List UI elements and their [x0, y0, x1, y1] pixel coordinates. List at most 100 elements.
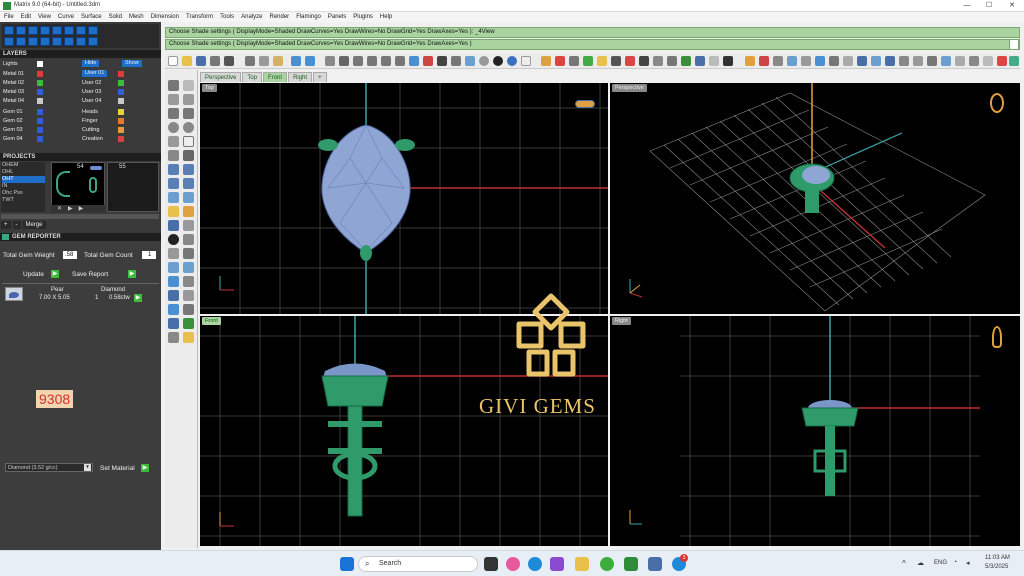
layer-color-swatch[interactable]: [37, 118, 43, 124]
project-thumbnail[interactable]: 55: [107, 162, 159, 212]
select-arrow-icon[interactable]: [168, 80, 179, 91]
command-scroll-button[interactable]: [1009, 39, 1019, 50]
viewport-perspective[interactable]: Perspective: [610, 83, 1020, 314]
boolean-union-icon[interactable]: [168, 206, 179, 217]
task-view-icon[interactable]: [484, 557, 498, 571]
layer-color-swatch[interactable]: [37, 71, 43, 77]
projects-scrollbar[interactable]: [1, 214, 159, 219]
layer-group-label[interactable]: Creation: [82, 135, 103, 143]
chrome-icon[interactable]: [600, 557, 614, 571]
viewport-right[interactable]: Right: [610, 316, 1020, 546]
boolean-difference-icon[interactable]: [183, 206, 194, 217]
bail-icon[interactable]: [871, 56, 881, 66]
circle-icon[interactable]: [168, 122, 179, 133]
layer-group-label[interactable]: Cutting: [82, 126, 99, 134]
layer-row[interactable]: Gem 03 Cutting: [1, 126, 159, 135]
layer-group-label[interactable]: Heads: [82, 108, 98, 116]
line-icon[interactable]: [168, 94, 179, 105]
show-objects-icon[interactable]: [583, 56, 593, 66]
save-report-button[interactable]: Save Report: [72, 271, 108, 278]
project-item[interactable]: OHL: [2, 169, 45, 176]
redo-icon[interactable]: [305, 56, 315, 66]
save-arrow-icon[interactable]: ▶: [128, 270, 136, 278]
panel-tool-icon[interactable]: [40, 37, 50, 46]
trim-icon[interactable]: [168, 248, 179, 259]
paste-icon[interactable]: [273, 56, 283, 66]
layer-color-swatch[interactable]: [37, 127, 43, 133]
open-folder-icon[interactable]: [182, 56, 192, 66]
group-icon[interactable]: [183, 304, 194, 315]
xray-icon[interactable]: [521, 56, 531, 66]
freeform-icon[interactable]: [183, 108, 194, 119]
wireframe-icon[interactable]: [465, 56, 475, 66]
shell-icon[interactable]: [969, 56, 979, 66]
project-item[interactable]: OHEM: [2, 162, 45, 169]
sphere-icon[interactable]: [183, 178, 194, 189]
menu-edit[interactable]: Edit: [21, 12, 31, 22]
menu-tools[interactable]: Tools: [220, 12, 234, 22]
arc-icon[interactable]: [168, 136, 179, 147]
menu-help[interactable]: Help: [380, 12, 392, 22]
layer-color-swatch[interactable]: [118, 71, 124, 77]
panel-tool-icon[interactable]: [28, 26, 38, 35]
undo-view-icon[interactable]: [409, 56, 419, 66]
camera-icon[interactable]: [723, 56, 733, 66]
print-icon[interactable]: [210, 56, 220, 66]
copy-object-icon[interactable]: [183, 262, 194, 273]
add-project-button[interactable]: +: [1, 221, 11, 229]
profile-icon[interactable]: [857, 56, 867, 66]
scale-icon[interactable]: [183, 276, 194, 287]
zoom-extents-icon[interactable]: [381, 56, 391, 66]
layer-color-swatch[interactable]: [37, 109, 43, 115]
tab-top[interactable]: Top: [242, 72, 263, 82]
layer-row[interactable]: Gem 02 Finger: [1, 117, 159, 126]
browser-icon[interactable]: [506, 557, 520, 571]
language-indicator[interactable]: ENG: [934, 560, 947, 566]
panel-tool-icon[interactable]: [28, 37, 38, 46]
layer-color-swatch[interactable]: [118, 109, 124, 115]
dimension-icon[interactable]: [168, 332, 179, 343]
taper-icon[interactable]: [955, 56, 965, 66]
flow-icon[interactable]: [913, 56, 923, 66]
copy-icon[interactable]: [259, 56, 269, 66]
ghosted-icon[interactable]: [507, 56, 517, 66]
revolve-icon[interactable]: [183, 164, 194, 175]
hide-object-icon[interactable]: [168, 318, 179, 329]
cone-icon[interactable]: [183, 192, 194, 203]
menu-curve[interactable]: Curve: [58, 12, 74, 22]
panel-tool-icon[interactable]: [4, 37, 14, 46]
array-icon[interactable]: [899, 56, 909, 66]
polyline-icon[interactable]: [183, 94, 194, 105]
rectangle-icon[interactable]: [183, 136, 194, 147]
head-builder-icon[interactable]: [773, 56, 783, 66]
thumbnail-next-icon[interactable]: ▶: [79, 205, 84, 212]
hide-button[interactable]: Hide: [82, 60, 100, 67]
menu-panels[interactable]: Panels: [328, 12, 346, 22]
layer-user-label[interactable]: User 02: [82, 79, 101, 87]
matrix-taskbar-icon[interactable]: [624, 557, 638, 571]
fillet-icon[interactable]: [168, 234, 179, 245]
warning-icon[interactable]: [183, 332, 194, 343]
layer-user-label[interactable]: User 04: [82, 97, 101, 105]
gem-on-surface-icon[interactable]: [815, 56, 825, 66]
menu-flamingo[interactable]: Flamingo: [296, 12, 321, 22]
show-button[interactable]: Show: [122, 60, 142, 67]
viewport-label-top[interactable]: Top: [202, 84, 217, 92]
lights-swatch[interactable]: [37, 61, 43, 67]
taskbar-search[interactable]: ⌕ Search: [358, 556, 478, 572]
layer-group-label[interactable]: Finger: [82, 117, 98, 125]
explode-icon[interactable]: [168, 304, 179, 315]
cylinder-icon[interactable]: [168, 192, 179, 203]
menu-file[interactable]: File: [4, 12, 14, 22]
menu-dimension[interactable]: Dimension: [151, 12, 179, 22]
merge-button[interactable]: Merge: [22, 221, 46, 229]
panel-tool-icon[interactable]: [64, 26, 74, 35]
layer-user-label[interactable]: User 01: [82, 70, 108, 77]
measure-icon[interactable]: [639, 56, 649, 66]
layers-icon[interactable]: [555, 56, 565, 66]
layer-color-swatch[interactable]: [118, 89, 124, 95]
layer-color-swatch[interactable]: [37, 80, 43, 86]
update-button[interactable]: Update: [23, 271, 44, 278]
array-polar-icon[interactable]: [183, 220, 194, 231]
panel-tool-icon[interactable]: [40, 26, 50, 35]
